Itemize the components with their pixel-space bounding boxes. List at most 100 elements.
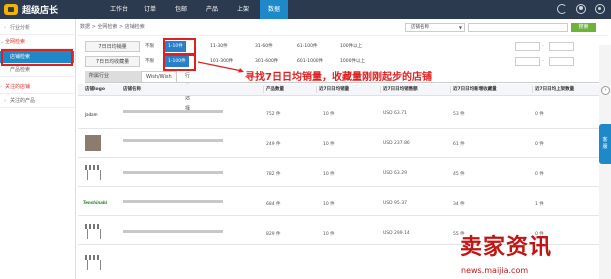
shop-name-redacted: [123, 110, 223, 113]
col-header-listed[interactable]: 近7日日均上架数量: [535, 84, 574, 95]
divider: [380, 86, 381, 93]
filter-option[interactable]: 不限: [145, 56, 154, 67]
nav-products[interactable]: 产品: [198, 0, 226, 19]
tab-industry[interactable]: 所属行业: [85, 71, 143, 82]
sidebar-item-followed-products[interactable]: › 关注的产品: [0, 95, 74, 108]
sidebar-item-label: 行业分析: [10, 25, 31, 31]
chevron-down-icon: ⌄: [0, 39, 5, 45]
shop-name-redacted: [123, 200, 223, 203]
filter-option[interactable]: 100件以上: [340, 41, 362, 52]
cell-sales: 10 件: [323, 112, 335, 117]
cell-revenue: USD 299.14: [383, 231, 410, 236]
nav-orders[interactable]: 订单: [136, 0, 164, 19]
top-icons: [557, 4, 605, 14]
watermark: 卖家资讯 news.maijia.com: [458, 229, 606, 277]
cell-listed: 0 件: [535, 172, 544, 177]
shop-logo: [85, 165, 101, 181]
sidebar-item-industry-analysis[interactable]: › 行业分析: [0, 22, 74, 35]
cell-listed: 0 件: [535, 142, 544, 147]
brand-name: 超级店长: [22, 6, 59, 16]
awning-posts: [87, 170, 101, 180]
cell-revenue: USD 237.86: [383, 141, 410, 146]
sidebar-item-label: 关注的产品: [10, 98, 36, 104]
range-max-input[interactable]: [549, 42, 574, 51]
cell-revenue: USD 63.71: [383, 111, 407, 116]
sidebar-group-global-search[interactable]: ⌄ 全网检索: [0, 36, 74, 49]
col-header-name: 店铺名称: [123, 87, 141, 92]
user-icon[interactable]: [576, 4, 586, 14]
divider: [263, 86, 264, 93]
filter-label-avg-favorites: 7日日均收藏量: [85, 56, 140, 67]
settings-icon[interactable]: [595, 4, 605, 14]
brand[interactable]: 超级店长: [4, 3, 58, 16]
cell-sales: 10 件: [323, 202, 335, 207]
filter-option[interactable]: 61-100件: [297, 41, 317, 52]
range-max-input[interactable]: [549, 57, 574, 66]
shop-logo: [85, 135, 101, 151]
chevron-right-icon: ›: [4, 25, 6, 31]
cell-listed: 0 件: [535, 112, 544, 117]
cell-favorites: 61 件: [453, 142, 465, 147]
filter-option[interactable]: 301-600件: [255, 56, 278, 67]
filter-option[interactable]: 不限: [145, 41, 154, 52]
sidebar-item-label: 全网检索: [5, 39, 26, 45]
table-row[interactable]: Tenshinabi 684 件 10 件 USD 95.37 34 件 1 件: [78, 189, 608, 216]
chevron-right-icon: ›: [0, 84, 2, 90]
range-dash: -: [542, 58, 544, 64]
shop-logo: [85, 255, 101, 271]
table-row[interactable]: 782 件 10 件 USD 63.29 45 件 0 件: [78, 160, 608, 187]
cell-favorites: 45 件: [453, 172, 465, 177]
nav-workbench[interactable]: 工作台: [105, 0, 133, 19]
col-header-logo: 店铺logo: [85, 87, 105, 92]
divider: [85, 82, 605, 83]
breadcrumb: 数据 > 全网检索 > 店铺检索: [80, 24, 145, 30]
divider: [450, 86, 451, 93]
sidebar-group-followed-shops[interactable]: › 关注的店铺: [0, 81, 74, 94]
shop-logo: Tenshinabi: [83, 200, 108, 205]
nav-data[interactable]: 数据: [260, 0, 288, 19]
cell-sales: 10 件: [323, 172, 335, 177]
range-min-input[interactable]: [515, 57, 540, 66]
expand-icon[interactable]: ›: [601, 86, 610, 95]
highlight-box-sidebar: [1, 49, 73, 66]
table-row[interactable]: 249 件 10 件 USD 237.86 61 件 0 件: [78, 131, 608, 158]
highlight-box-favorites: [163, 53, 196, 71]
watermark-title: 卖家资讯: [460, 235, 553, 260]
filter-option[interactable]: 601-1000件: [297, 56, 323, 67]
table-row[interactable]: Jadam 752 件 10 件 USD 63.71 53 件 0 件: [78, 102, 608, 129]
cell-sales: 10 件: [323, 232, 335, 237]
nav-free-shipping[interactable]: 包邮: [167, 0, 195, 19]
search-button[interactable]: 搜索: [571, 23, 596, 32]
shop-logo-icon: [4, 4, 18, 15]
filter-option[interactable]: 31-60件: [255, 41, 273, 52]
annotation-text: 寻找7日日均销量，收藏量刚刚起步的店铺: [245, 72, 432, 83]
chevron-right-icon: ›: [4, 98, 6, 104]
search-input[interactable]: [468, 23, 568, 32]
shop-name-redacted: [123, 171, 223, 174]
col-header-revenue[interactable]: 近7日日均销售额: [383, 84, 418, 95]
nav-listing[interactable]: 上架: [229, 0, 257, 19]
arrow-icon: [197, 61, 244, 73]
col-header-favorites[interactable]: 近7日日均新增收藏量: [453, 84, 497, 95]
customer-service-button[interactable]: 客服: [599, 124, 611, 164]
cell-sales: 10 件: [323, 142, 335, 147]
cell-revenue: USD 95.37: [383, 201, 407, 206]
col-header-sales[interactable]: 近7日日均销量: [319, 84, 349, 95]
search-type-select[interactable]: 店铺名称 ▼: [405, 23, 465, 32]
cell-products: 782 件: [266, 172, 281, 177]
refresh-icon[interactable]: [557, 4, 567, 14]
main-nav: 工作台 订单 包邮 产品 上架 数据: [105, 0, 291, 19]
shop-name-redacted: [123, 230, 223, 233]
col-header-products[interactable]: 产品数量: [266, 84, 284, 95]
top-bar: 超级店长 工作台 订单 包邮 产品 上架 数据: [0, 0, 611, 19]
sidebar-item-label: 关注的店铺: [5, 84, 31, 90]
cell-listed: 1 件: [535, 202, 544, 207]
range-min-input[interactable]: [515, 42, 540, 51]
tab-industry-select[interactable]: 行业选择: [181, 71, 194, 112]
shop-logo: [85, 224, 101, 240]
search-type-value: 店铺名称: [411, 25, 429, 30]
filter-option[interactable]: 1000件以上: [340, 56, 365, 67]
filter-option[interactable]: 11-30件: [210, 41, 228, 52]
shop-name-redacted: [123, 139, 223, 142]
cell-favorites: 53 件: [453, 112, 465, 117]
